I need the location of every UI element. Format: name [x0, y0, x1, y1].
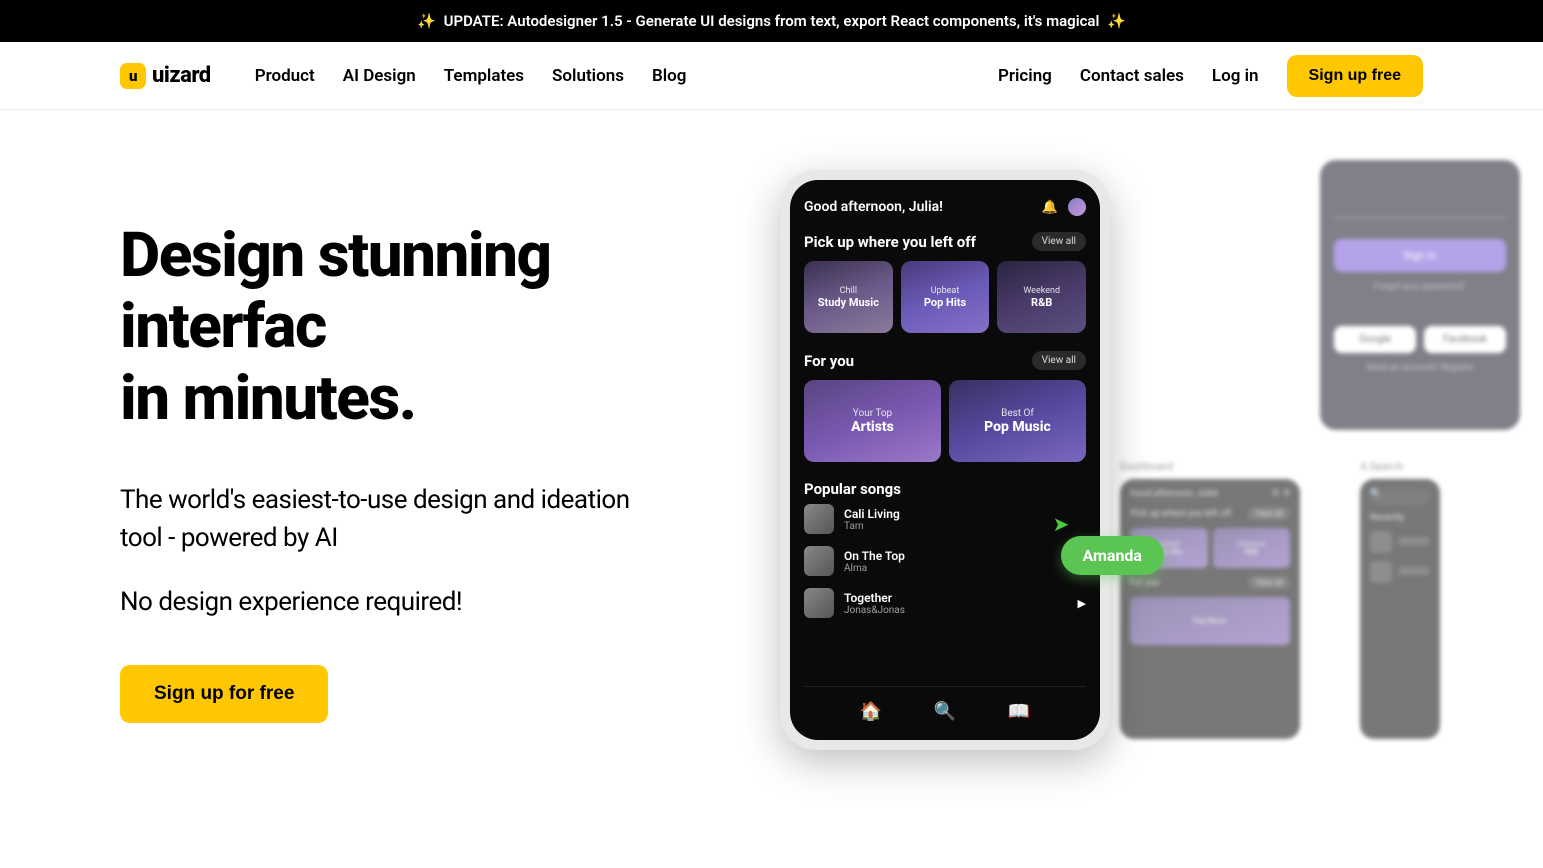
- sparkle-icon: ✨: [417, 12, 436, 30]
- card-label: Upbeat: [931, 286, 960, 296]
- home-icon: 🏠: [860, 701, 882, 722]
- hero-title-line1: Design stunning: [120, 220, 740, 291]
- song-artist: Alma: [844, 563, 1068, 574]
- hero-subtitle: The world's easiest-to-use design and id…: [120, 482, 640, 557]
- mock-facebook-button: Facebook: [1424, 326, 1506, 353]
- collaborator-cursor: ➤ Amanda: [1061, 512, 1164, 575]
- song-title: Together: [844, 591, 1068, 605]
- card-title: Artists: [851, 419, 894, 435]
- mock-forgot-text: Forgot your password?: [1334, 282, 1506, 292]
- hero-title: Design stunning interfac in minutes.: [120, 220, 740, 434]
- logo-text: uizard: [152, 63, 211, 88]
- phone-bottom-nav: 🏠 🔍 📖: [804, 686, 1086, 732]
- song-row: On The Top Alma ▶: [804, 546, 1086, 576]
- card-pop-music: Best Of Pop Music: [949, 380, 1086, 462]
- song-artist: Tam: [844, 521, 1076, 532]
- play-icon: ▶: [1078, 597, 1086, 610]
- sparkle-icon: ✨: [1107, 12, 1126, 30]
- card-title: Pop Music: [984, 419, 1051, 435]
- phone-mockup: Good afternoon, Julia! 🔔 Pick up where y…: [780, 170, 1110, 750]
- cursor-label: Amanda: [1061, 536, 1164, 575]
- mock-mini-search: 🔍 Recently: [1360, 479, 1440, 739]
- cursor-icon: ➤: [1053, 512, 1070, 536]
- card-label: Best Of: [1001, 408, 1034, 419]
- card-study-music: Chill Study Music: [804, 261, 893, 333]
- song-row: Together Jonas&Jonas ▶: [804, 588, 1086, 618]
- nav-login[interactable]: Log in: [1212, 66, 1259, 86]
- mini-recent-label: Recently: [1370, 513, 1430, 523]
- card-title: R&B: [1031, 296, 1052, 309]
- logo-icon: u: [120, 63, 146, 89]
- nav-main: Product AI Design Templates Solutions Bl…: [255, 66, 687, 86]
- hero-content: Design stunning interfac in minutes. The…: [120, 170, 740, 860]
- card-rnb: Weekend R&B: [997, 261, 1086, 333]
- announcement-banner[interactable]: ✨ UPDATE: Autodesigner 1.5 - Generate UI…: [0, 0, 1543, 42]
- mini-card: Pop Music: [1130, 597, 1290, 645]
- hero-title-line3: in minutes.: [120, 363, 740, 434]
- mock-label-dashboard: Dashboard: [1120, 460, 1300, 473]
- phone-section-3-title: Popular songs: [804, 480, 901, 498]
- nav-blog[interactable]: Blog: [652, 66, 687, 86]
- library-icon: 📖: [1008, 701, 1030, 722]
- nav-templates[interactable]: Templates: [444, 66, 524, 86]
- hero-section: Design stunning interfac in minutes. The…: [0, 110, 1543, 860]
- phone-section-2-title: For you: [804, 352, 854, 370]
- card-label: Weekend: [1023, 286, 1060, 296]
- card-label: Your Top: [853, 408, 892, 419]
- card-title: Pop Hits: [924, 296, 966, 309]
- hero-cta: Sign up for free: [120, 665, 740, 723]
- song-artist: Jonas&Jonas: [844, 605, 1068, 616]
- card-pop-hits: Upbeat Pop Hits: [901, 261, 990, 333]
- song-title: Cali Living: [844, 507, 1076, 521]
- mock-google-button: Google: [1334, 326, 1416, 353]
- mini-viewall: View all: [1248, 576, 1290, 589]
- mock-login-screen: Sign in Forgot your password? Google Fac…: [1320, 160, 1520, 430]
- banner-text: UPDATE: Autodesigner 1.5 - Generate UI d…: [444, 12, 1100, 30]
- song-title: On The Top: [844, 549, 1068, 563]
- mock-label-search: 4.Search: [1360, 460, 1440, 473]
- song-thumbnail: [804, 504, 834, 534]
- nav-right: Pricing Contact sales Log in Sign up fre…: [998, 55, 1423, 97]
- logo[interactable]: u uizard: [120, 63, 211, 89]
- avatar-icon: [1068, 198, 1086, 216]
- signup-button[interactable]: Sign up free: [1287, 55, 1423, 97]
- hero-title-line2: interfac: [120, 291, 740, 362]
- phone-greeting: Good afternoon, Julia!: [804, 199, 943, 215]
- nav-ai-design[interactable]: AI Design: [343, 66, 416, 86]
- nav-solutions[interactable]: Solutions: [552, 66, 624, 86]
- mock-signin-button: Sign in: [1334, 239, 1506, 272]
- main-header: u uizard Product AI Design Templates Sol…: [0, 42, 1543, 110]
- bell-icon: 🔔: [1042, 200, 1058, 215]
- song-thumbnail: [804, 546, 834, 576]
- phone-screen: Good afternoon, Julia! 🔔 Pick up where y…: [790, 180, 1100, 740]
- nav-pricing[interactable]: Pricing: [998, 66, 1052, 86]
- hero-subtitle-2: No design experience required!: [120, 587, 740, 617]
- viewall-button-2: View all: [1032, 351, 1086, 370]
- mock-register-text: Need an account? Register: [1334, 363, 1506, 373]
- search-icon: 🔍: [934, 701, 956, 722]
- nav-product[interactable]: Product: [255, 66, 315, 86]
- card-title: Study Music: [818, 296, 879, 309]
- phone-section-1-title: Pick up where you left off: [804, 233, 976, 251]
- mini-viewall: View all: [1248, 507, 1290, 520]
- viewall-button-1: View all: [1032, 232, 1086, 251]
- song-thumbnail: [804, 588, 834, 618]
- card-artists: Your Top Artists: [804, 380, 941, 462]
- mini-foryou: For you: [1130, 578, 1160, 588]
- song-row: Cali Living Tam: [804, 504, 1086, 534]
- mini-search-bar: 🔍: [1370, 489, 1430, 505]
- card-label: Chill: [840, 286, 857, 296]
- hero-signup-button[interactable]: Sign up for free: [120, 665, 328, 723]
- mini-card: Weekend R&B: [1213, 528, 1291, 568]
- background-mockups: Sign in Forgot your password? Google Fac…: [1120, 160, 1520, 739]
- nav-contact[interactable]: Contact sales: [1080, 66, 1184, 86]
- hero-visual: Good afternoon, Julia! 🔔 Pick up where y…: [780, 170, 1423, 860]
- mini-greeting: Good afternoon, Julia!: [1130, 489, 1218, 499]
